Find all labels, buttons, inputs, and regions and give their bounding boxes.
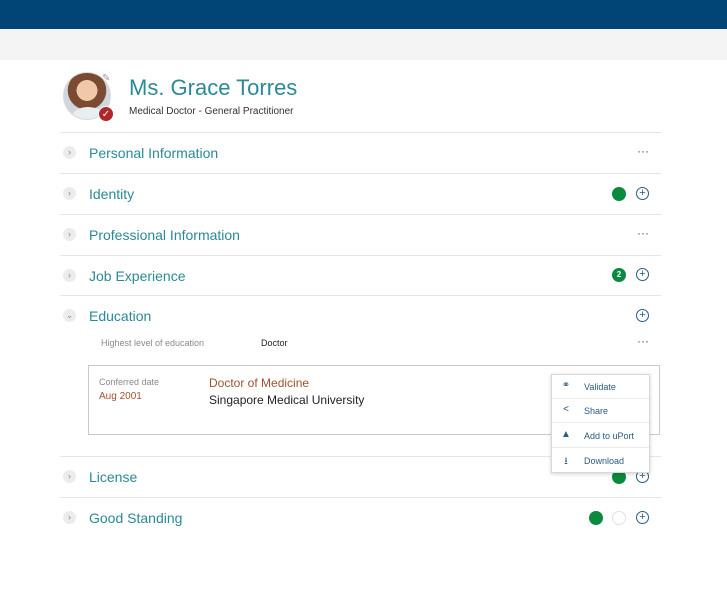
conferred-date-value: Aug 2001 (99, 391, 142, 402)
menu-item-add-to-uport[interactable]: ▲ Add to uPort (552, 424, 649, 448)
more-options-icon[interactable]: ··· (637, 335, 649, 347)
chevron-right-icon[interactable]: › (63, 146, 76, 159)
more-options-icon[interactable]: ··· (637, 227, 649, 239)
chevron-right-icon[interactable]: › (63, 470, 76, 483)
verified-badge-icon: ✓ (98, 106, 114, 122)
profile-name: Ms. Grace Torres (129, 75, 298, 100)
add-plus-icon[interactable]: + (636, 511, 649, 524)
highest-education-value: Doctor (261, 338, 288, 348)
add-plus-icon[interactable]: + (636, 309, 649, 322)
section-title[interactable]: License (89, 469, 137, 485)
institution-name: Singapore Medical University (209, 393, 365, 407)
top-navigation-bar (0, 0, 727, 29)
menu-item-download[interactable]: ⭳ Download (552, 449, 649, 473)
section-identity[interactable]: › Identity + (60, 173, 661, 214)
chevron-right-icon[interactable]: › (63, 511, 76, 524)
section-title[interactable]: Identity (89, 186, 134, 202)
edit-pencil-icon[interactable]: ✎ (102, 73, 110, 84)
section-title[interactable]: Education (89, 308, 151, 324)
chevron-right-icon[interactable]: › (63, 269, 76, 282)
chevron-down-icon[interactable]: ⌄ (63, 309, 76, 322)
status-empty-dot (612, 511, 626, 525)
status-green-dot (612, 187, 626, 201)
menu-item-validate[interactable]: ⚭ Validate (552, 375, 649, 399)
more-options-icon[interactable]: ··· (637, 145, 649, 157)
share-icon: < (563, 404, 569, 415)
status-green-dot (589, 511, 603, 525)
section-title[interactable]: Job Experience (89, 268, 186, 284)
section-personal-information[interactable]: › Personal Information ··· (60, 132, 661, 173)
degree-title: Doctor of Medicine (209, 376, 310, 390)
add-plus-icon[interactable]: + (636, 187, 649, 200)
uport-icon: ▲ (561, 429, 571, 440)
sub-navigation-bar (0, 29, 727, 60)
section-title[interactable]: Personal Information (89, 145, 218, 161)
menu-item-share[interactable]: < Share (552, 399, 649, 423)
section-professional-information[interactable]: › Professional Information ··· (60, 214, 661, 255)
conferred-date-label: Conferred date (99, 377, 160, 387)
profile-role: Medical Doctor - General Practitioner (129, 106, 294, 117)
chevron-right-icon[interactable]: › (63, 187, 76, 200)
section-good-standing[interactable]: › Good Standing + (60, 497, 661, 538)
add-plus-icon[interactable]: + (636, 268, 649, 281)
link-icon: ⚭ (561, 380, 571, 391)
profile-header: ✎ ✓ Ms. Grace Torres Medical Doctor - Ge… (63, 72, 663, 132)
download-icon: ⭳ (564, 456, 568, 467)
chevron-right-icon[interactable]: › (63, 228, 76, 241)
menu-item-label[interactable]: Download (584, 456, 624, 466)
highest-education-label: Highest level of education (101, 338, 205, 348)
section-title[interactable]: Good Standing (89, 510, 182, 526)
menu-item-label[interactable]: Validate (584, 382, 616, 392)
menu-item-label[interactable]: Add to uPort (584, 431, 634, 441)
section-job-experience[interactable]: › Job Experience 2 + (60, 255, 661, 296)
section-title[interactable]: Professional Information (89, 227, 240, 243)
menu-item-label[interactable]: Share (584, 406, 608, 416)
context-menu: ⚭ Validate < Share ▲ Add to uPort ⭳ Down… (551, 374, 650, 473)
count-badge: 2 (612, 268, 626, 282)
